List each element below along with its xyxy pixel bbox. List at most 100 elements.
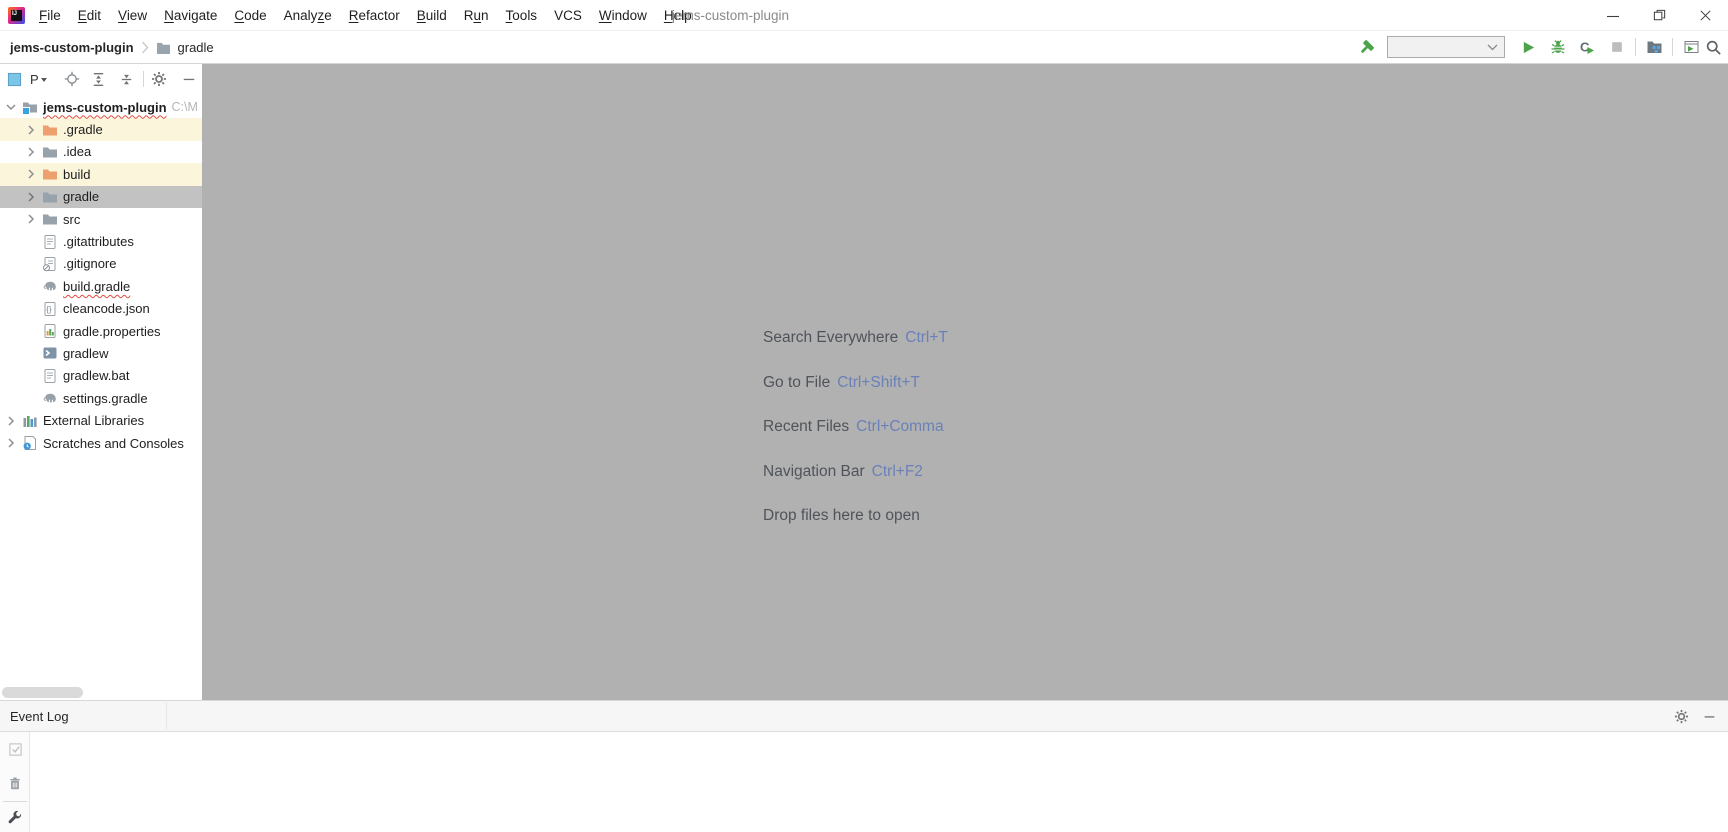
tree-item-gitattributes[interactable]: .gitattributes: [0, 230, 202, 252]
menu-analyze[interactable]: Analyze: [282, 8, 334, 23]
chevron-collapsed-icon[interactable]: [24, 145, 38, 159]
build-hammer-icon[interactable]: [1357, 38, 1375, 56]
intellij-logo-icon: IJ: [8, 6, 25, 24]
hint-line: Recent Files Ctrl+Comma: [763, 418, 944, 436]
chevron-collapsed-icon[interactable]: [4, 436, 18, 450]
menu-window[interactable]: Window: [597, 8, 649, 23]
settings-gear-icon[interactable]: [151, 71, 167, 87]
tree-item-dot-gradle[interactable]: .gradle: [0, 118, 202, 141]
tree-item-external-libraries[interactable]: External Libraries: [0, 409, 202, 431]
expand-all-icon[interactable]: [91, 72, 106, 87]
chevron-collapsed-icon[interactable]: [24, 167, 38, 181]
project-view-selector[interactable]: P: [30, 72, 47, 87]
window-title: jems-custom-plugin: [672, 8, 790, 23]
tree-item-label: src: [63, 211, 81, 227]
tree-item-settings-gradle[interactable]: settings.gradle: [0, 387, 202, 409]
restore-button[interactable]: [1636, 0, 1682, 31]
menu-edit[interactable]: Edit: [76, 8, 103, 23]
project-panel-toolbar: P: [0, 64, 202, 94]
tree-item-gradlew[interactable]: gradlew: [0, 342, 202, 364]
project-path-hint: C:\M: [171, 100, 198, 115]
run-button[interactable]: [1519, 38, 1537, 56]
tree-item-src[interactable]: src: [0, 208, 202, 230]
project-structure-icon[interactable]: [1645, 38, 1663, 56]
intellij-window: IJ File Edit View Navigate Code Analyze …: [0, 0, 1728, 832]
toolbar-separator: [1672, 38, 1673, 56]
svg-text:{}: {}: [46, 305, 52, 314]
shell-script-icon: [42, 345, 58, 361]
event-log-title[interactable]: Event Log: [10, 701, 69, 731]
menu-code[interactable]: Code: [232, 8, 268, 23]
toolbar-separator: [142, 71, 144, 87]
tree-item-label: .gradle: [63, 122, 103, 138]
tree-item-gradle[interactable]: gradle: [0, 185, 202, 208]
tree-item-build-gradle[interactable]: build.gradle: [0, 275, 202, 297]
project-tool-window: P jems-custom-plugin C:\M .gradle .idea …: [0, 64, 202, 700]
tree-item-label: cleancode.json: [63, 301, 150, 317]
search-everywhere-icon[interactable]: [1704, 38, 1722, 56]
horizontal-scrollbar[interactable]: [2, 687, 83, 698]
json-file-icon: {}: [42, 301, 58, 317]
event-log-settings-wrench-icon[interactable]: [7, 809, 23, 825]
chevron-expanded-icon[interactable]: [4, 100, 18, 114]
run-window-icon[interactable]: [1682, 38, 1700, 56]
tree-item-gitignore[interactable]: .gitignore: [0, 253, 202, 275]
breadcrumb-project[interactable]: jems-custom-plugin: [10, 40, 134, 55]
tree-item-scratches-and-consoles[interactable]: Scratches and Consoles: [0, 432, 202, 454]
tree-item-label: .gitignore: [63, 256, 117, 272]
excluded-folder-icon: [42, 166, 58, 182]
tree-item-label: .gitattributes: [63, 234, 134, 250]
stop-button[interactable]: [1608, 38, 1626, 56]
clear-all-trash-icon[interactable]: [7, 775, 23, 791]
ignored-file-icon: [42, 256, 58, 272]
run-configurations-select[interactable]: [1387, 36, 1505, 58]
folder-icon: [42, 189, 58, 205]
menu-refactor[interactable]: Refactor: [347, 8, 402, 23]
hide-panel-icon[interactable]: [182, 72, 196, 86]
close-button[interactable]: [1682, 0, 1728, 31]
tree-item-label: Scratches and Consoles: [43, 435, 184, 451]
tree-item-label: jems-custom-plugin: [43, 99, 167, 115]
hint-line: Navigation Bar Ctrl+F2: [763, 462, 923, 480]
menu-run[interactable]: Run: [462, 8, 491, 23]
hide-panel-icon[interactable]: [1703, 710, 1716, 723]
tree-item-label: External Libraries: [43, 413, 145, 429]
event-log-header[interactable]: Event Log: [0, 700, 1728, 732]
locate-file-icon[interactable]: [64, 71, 80, 87]
folder-icon: [42, 144, 58, 160]
menu-view[interactable]: View: [116, 8, 149, 23]
debug-bug-icon[interactable]: [1549, 38, 1567, 56]
editor-empty-area: Search Everywhere Ctrl+T Go to File Ctrl+S…: [202, 64, 1728, 700]
hint-line: Drop files here to open: [763, 507, 920, 525]
gutter-separator: [3, 801, 27, 802]
menu-bar: File Edit View Navigate Code Analyze Ref…: [37, 8, 694, 23]
tree-item-gradlew-bat[interactable]: gradlew.bat: [0, 365, 202, 387]
project-view-icon: [7, 72, 22, 87]
mark-read-checkbox-icon[interactable]: [7, 741, 23, 757]
breadcrumb-item[interactable]: gradle: [178, 40, 214, 55]
tree-item-dot-idea[interactable]: .idea: [0, 141, 202, 163]
header-divider: [166, 702, 167, 730]
settings-gear-icon[interactable]: [1674, 709, 1689, 724]
keyboard-shortcut-hints: Search Everywhere Ctrl+T Go to File Ctrl+S…: [763, 316, 948, 539]
menu-vcs[interactable]: VCS: [552, 8, 584, 23]
collapse-all-icon[interactable]: [119, 72, 134, 87]
chevron-collapsed-icon[interactable]: [24, 212, 38, 226]
tree-item-build[interactable]: build: [0, 163, 202, 186]
run-with-coverage-icon[interactable]: C: [1578, 38, 1596, 56]
chevron-collapsed-icon[interactable]: [24, 190, 38, 204]
libraries-icon: [22, 413, 38, 429]
toolbar-separator: [1635, 38, 1636, 56]
menu-navigate[interactable]: Navigate: [162, 8, 219, 23]
tree-item-cleancode-json[interactable]: {} cleancode.json: [0, 298, 202, 320]
caret-down-icon: [40, 78, 47, 82]
tree-item-gradle-properties[interactable]: gradle.properties: [0, 320, 202, 342]
menu-file[interactable]: File: [37, 8, 63, 23]
chevron-collapsed-icon[interactable]: [24, 123, 38, 137]
menu-tools[interactable]: Tools: [504, 8, 540, 23]
menu-build[interactable]: Build: [415, 8, 449, 23]
tree-item-label: gradlew: [63, 345, 109, 361]
minimize-button[interactable]: [1590, 0, 1636, 31]
chevron-collapsed-icon[interactable]: [4, 414, 18, 428]
tree-item-project-root[interactable]: jems-custom-plugin C:\M: [0, 96, 202, 118]
